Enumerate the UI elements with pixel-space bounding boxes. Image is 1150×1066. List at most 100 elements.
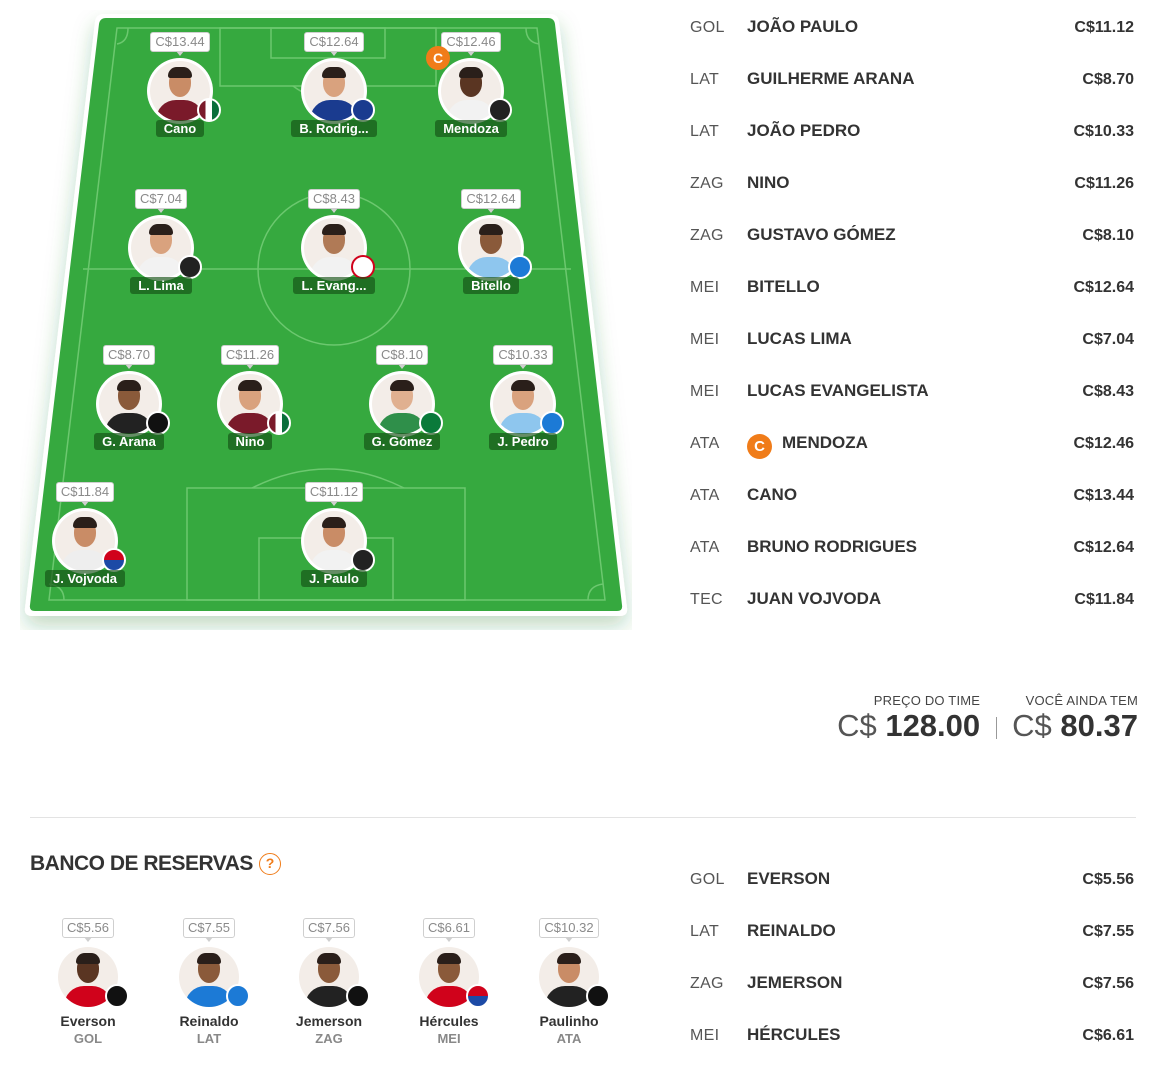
player-price-tag: C$8.43 <box>308 189 360 213</box>
bench-player-position: MEI <box>437 1031 461 1046</box>
bench-player[interactable]: C$6.61 Hércules MEI <box>394 918 504 1046</box>
row-position: GOL <box>690 19 725 36</box>
club-badge-icon <box>267 411 291 435</box>
club-badge-icon <box>226 984 250 1008</box>
row-player-name: REINALDO <box>747 921 836 941</box>
lineup-row[interactable]: LAT REINALDO C$7.55 <box>688 910 1136 962</box>
field-player[interactable]: C$8.10 G. Gómez <box>347 345 457 455</box>
lineup-row[interactable]: ATA BRUNO RODRIGUES C$12.64 <box>688 526 1136 578</box>
row-position: ATA <box>690 435 720 452</box>
player-hair <box>317 953 341 964</box>
row-price: C$6.61 <box>1082 1027 1134 1044</box>
lineup-row[interactable]: ATA C MENDOZA C$12.46 <box>688 422 1136 474</box>
row-player-name-text: BITELLO <box>747 277 820 296</box>
bench-player-name: Reinaldo <box>179 1013 239 1029</box>
lineup-row[interactable]: MEI HÉRCULES C$6.61 <box>688 1014 1136 1066</box>
lineup-row[interactable]: ZAG NINO C$11.26 <box>688 162 1136 214</box>
field-player[interactable]: C$12.64 B. Rodrig... <box>279 32 389 142</box>
row-player-name-text: JEMERSON <box>747 973 843 992</box>
player-avatar <box>176 944 250 1010</box>
remaining-currency: C$ <box>1012 708 1052 743</box>
bench-player-position: ZAG <box>315 1031 343 1046</box>
lineup-row[interactable]: TEC JUAN VOJVODA C$11.84 <box>688 578 1136 630</box>
player-avatar <box>296 944 370 1010</box>
bench-player-name: Paulinho <box>539 1013 599 1029</box>
summary-divider <box>996 717 998 739</box>
row-position: GOL <box>690 871 725 888</box>
player-avatar <box>369 371 443 437</box>
player-price-tag: C$12.64 <box>461 189 521 213</box>
bench-player[interactable]: C$5.56 Everson GOL <box>33 918 143 1046</box>
lineup-row[interactable]: LAT GUILHERME ARANA C$8.70 <box>688 58 1136 110</box>
captain-badge-icon: C <box>426 46 450 70</box>
player-avatar <box>301 508 375 574</box>
bench-player[interactable]: C$7.55 Reinaldo LAT <box>154 918 264 1046</box>
lineup-row[interactable]: MEI LUCAS LIMA C$7.04 <box>688 318 1136 370</box>
player-price-tag: C$13.44 <box>150 32 210 56</box>
bench-player-name: Jemerson <box>295 1013 363 1029</box>
field-player[interactable]: C$11.26 Nino <box>195 345 305 455</box>
field-player[interactable]: C$12.64 Bitello <box>436 189 546 299</box>
player-avatar <box>301 58 375 124</box>
field-player[interactable]: C$11.12 J. Paulo <box>279 482 389 592</box>
bench-player[interactable]: C$7.56 Jemerson ZAG <box>274 918 384 1046</box>
player-avatar <box>128 215 202 281</box>
player-price-tag: C$7.04 <box>135 189 187 213</box>
row-price: C$7.55 <box>1082 923 1134 940</box>
lineup-row[interactable]: LAT JOÃO PEDRO C$10.33 <box>688 110 1136 162</box>
row-price: C$8.10 <box>1082 227 1134 244</box>
row-position: MEI <box>690 331 720 348</box>
help-icon[interactable]: ? <box>259 853 281 875</box>
field-player[interactable]: C$7.04 L. Lima <box>106 189 216 299</box>
row-position: ZAG <box>690 227 724 244</box>
lineup-row[interactable]: ATA CANO C$13.44 <box>688 474 1136 526</box>
row-player-name-text: EVERSON <box>747 869 831 888</box>
row-player-name: JOÃO PEDRO <box>747 121 860 141</box>
lineup-row[interactable]: GOL JOÃO PAULO C$11.12 <box>688 6 1136 58</box>
row-position: LAT <box>690 123 720 140</box>
lineup-row[interactable]: MEI BITELLO C$12.64 <box>688 266 1136 318</box>
row-player-name: GUSTAVO GÓMEZ <box>747 225 896 245</box>
lineup-row[interactable]: ZAG JEMERSON C$7.56 <box>688 962 1136 1014</box>
row-player-name-text: LUCAS EVANGELISTA <box>747 381 929 400</box>
club-badge-icon <box>197 98 221 122</box>
player-price-tag: C$6.61 <box>423 918 475 942</box>
bench-title: BANCO DE RESERVAS <box>30 852 253 875</box>
row-player-name: CANO <box>747 485 797 505</box>
field-player[interactable]: C$8.43 L. Evang... <box>279 189 389 299</box>
player-avatar <box>536 944 610 1010</box>
row-player-name-text: JOÃO PEDRO <box>747 121 861 140</box>
row-position: ZAG <box>690 175 724 192</box>
bench-player[interactable]: C$10.32 Paulinho ATA <box>514 918 624 1046</box>
club-badge-icon <box>488 98 512 122</box>
row-player-name-text: HÉRCULES <box>747 1025 841 1044</box>
lineup-row[interactable]: GOL EVERSON C$5.56 <box>688 858 1136 910</box>
player-price-tag: C$10.32 <box>539 918 599 942</box>
player-hair <box>197 953 221 964</box>
club-badge-icon <box>508 255 532 279</box>
row-player-name: C MENDOZA <box>747 433 868 459</box>
player-name-label: J. Paulo <box>301 570 367 587</box>
row-position: TEC <box>690 591 723 608</box>
field-player[interactable]: C$11.84 J. Vojvoda <box>30 482 140 592</box>
field-player[interactable]: C$10.33 J. Pedro <box>468 345 578 455</box>
field-player[interactable]: C$13.44 Cano <box>125 32 235 142</box>
lineup-row[interactable]: ZAG GUSTAVO GÓMEZ C$8.10 <box>688 214 1136 266</box>
row-player-name: EVERSON <box>747 869 830 889</box>
player-avatar: C <box>426 46 512 124</box>
player-name-label: J. Pedro <box>489 433 557 450</box>
field-player[interactable]: C$12.46 C Mendoza <box>416 32 526 142</box>
bench-player-position: ATA <box>556 1031 582 1046</box>
club-badge-icon <box>351 98 375 122</box>
row-price: C$12.64 <box>1073 279 1135 296</box>
row-player-name-text: JUAN VOJVODA <box>747 589 882 608</box>
player-hair <box>149 224 173 235</box>
row-player-name: NINO <box>747 173 790 193</box>
player-hair <box>76 953 100 964</box>
player-avatar <box>52 508 126 574</box>
player-price-tag: C$11.26 <box>220 345 280 369</box>
field-player[interactable]: C$8.70 G. Arana <box>74 345 184 455</box>
club-badge-icon <box>586 984 610 1008</box>
row-position: MEI <box>690 279 720 296</box>
lineup-row[interactable]: MEI LUCAS EVANGELISTA C$8.43 <box>688 370 1136 422</box>
